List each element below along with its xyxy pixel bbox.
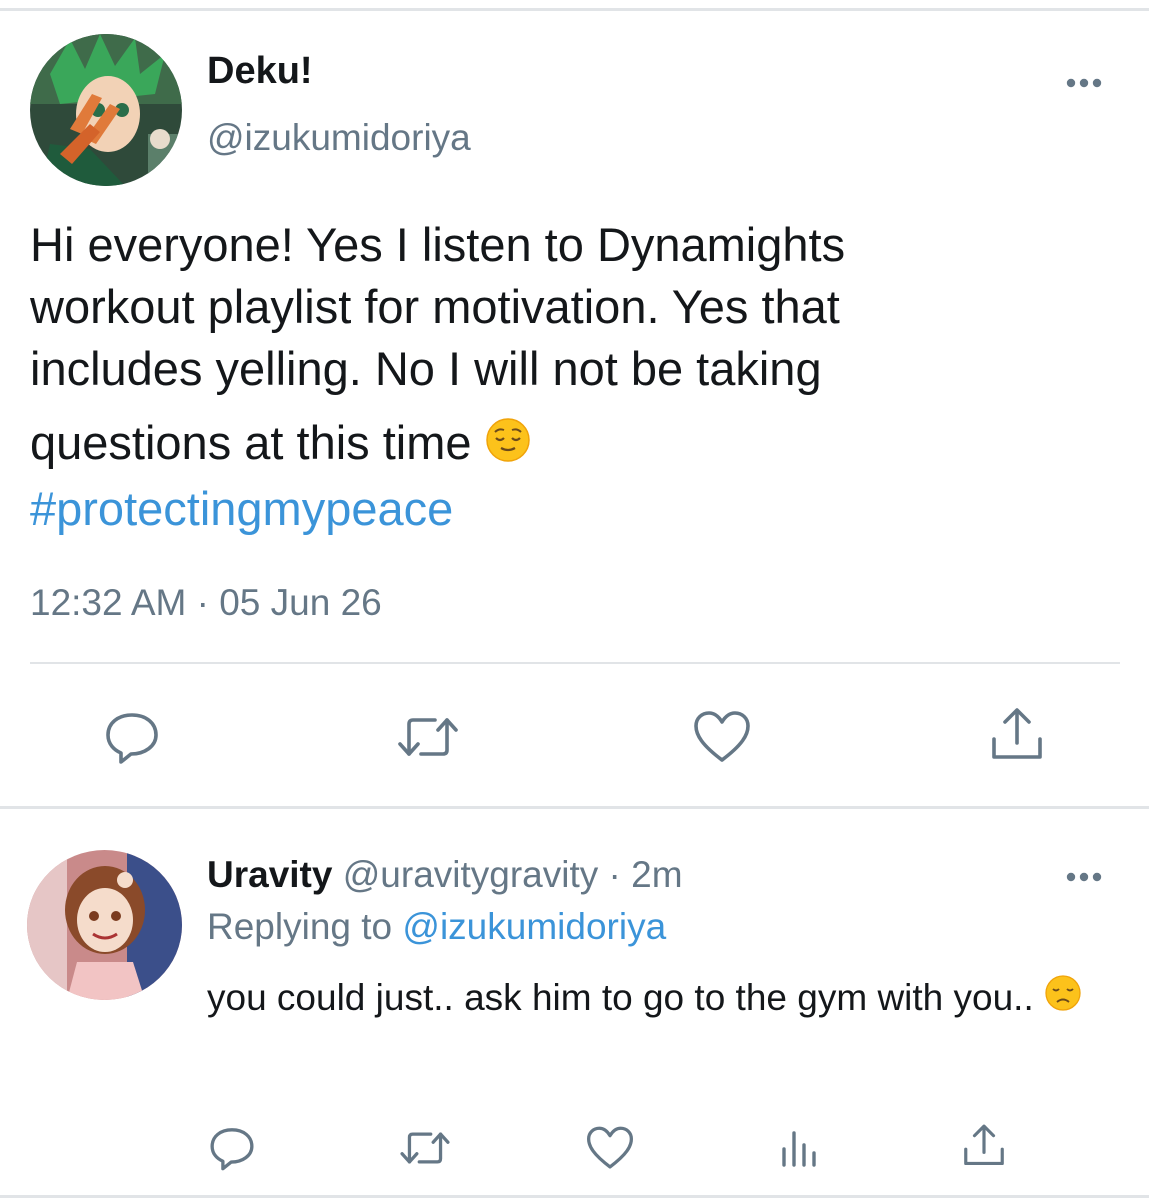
retweet-icon [398,718,458,756]
display-name[interactable]: Uravity [207,854,332,895]
top-divider [0,8,1149,11]
share-button[interactable] [985,703,1049,767]
user-handle[interactable]: @izukumidoriya [207,117,471,159]
avatar[interactable] [30,34,182,186]
analytics-icon [782,1131,816,1167]
tweet-text-fragment: questions at this time [30,416,472,469]
replying-to-label: Replying to [207,906,393,947]
reply-text-body: you could just.. ask him to go to the gy… [207,977,1034,1018]
hashtag-link[interactable]: #protectingmypeace [30,478,453,540]
like-button[interactable] [584,1122,636,1174]
like-icon [587,1126,633,1169]
reply-button[interactable] [206,1122,258,1174]
analytics-button[interactable] [775,1122,823,1174]
tweet-timestamp[interactable]: 12:32 AM · 05 Jun 26 [30,582,382,624]
tweet-text-line: workout playlist for motivation. Yes tha… [30,280,840,333]
relieved-face-emoji [485,416,531,478]
bottom-divider [0,1195,1149,1198]
like-button[interactable] [690,705,754,769]
like-icon [694,711,750,762]
avatar[interactable] [27,850,182,1000]
reply-header: Uravity @uravitygravity · 2m [207,854,683,896]
share-icon [964,1124,1004,1166]
tweet-text-line: Hi everyone! Yes I listen to Dynamights [30,218,846,271]
share-icon [992,708,1042,759]
reply-icon [106,713,158,764]
reply-icon [210,1128,254,1171]
separator-dot: · [608,854,621,895]
mention-link[interactable]: @izukumidoriya [402,906,666,947]
tweet-time-ago[interactable]: 2m [631,854,682,895]
avatar-image [27,850,182,1000]
tweet-text-line: includes yelling. No I will not be takin… [30,342,822,395]
share-button[interactable] [958,1120,1010,1172]
retweet-button[interactable] [393,705,463,769]
section-divider [0,806,1149,809]
divider [30,662,1120,664]
reply-button[interactable] [100,705,164,769]
disappointed-face-emoji [1044,968,1082,1032]
reply-text: you could just.. ask him to go to the gy… [207,966,1107,1032]
tweet-text-line: questions at this time [30,412,1120,478]
replying-to: Replying to @izukumidoriya [207,906,666,948]
retweet-button[interactable] [396,1122,454,1174]
more-options-icon[interactable] [1062,68,1112,98]
display-name[interactable]: Deku! [207,50,313,93]
more-options-icon[interactable] [1062,862,1112,892]
user-handle[interactable]: @uravitygravity [343,854,599,895]
retweet-icon [400,1132,450,1164]
tweet-text: Hi everyone! Yes I listen to Dynamights … [30,214,1120,478]
avatar-image [30,34,182,186]
